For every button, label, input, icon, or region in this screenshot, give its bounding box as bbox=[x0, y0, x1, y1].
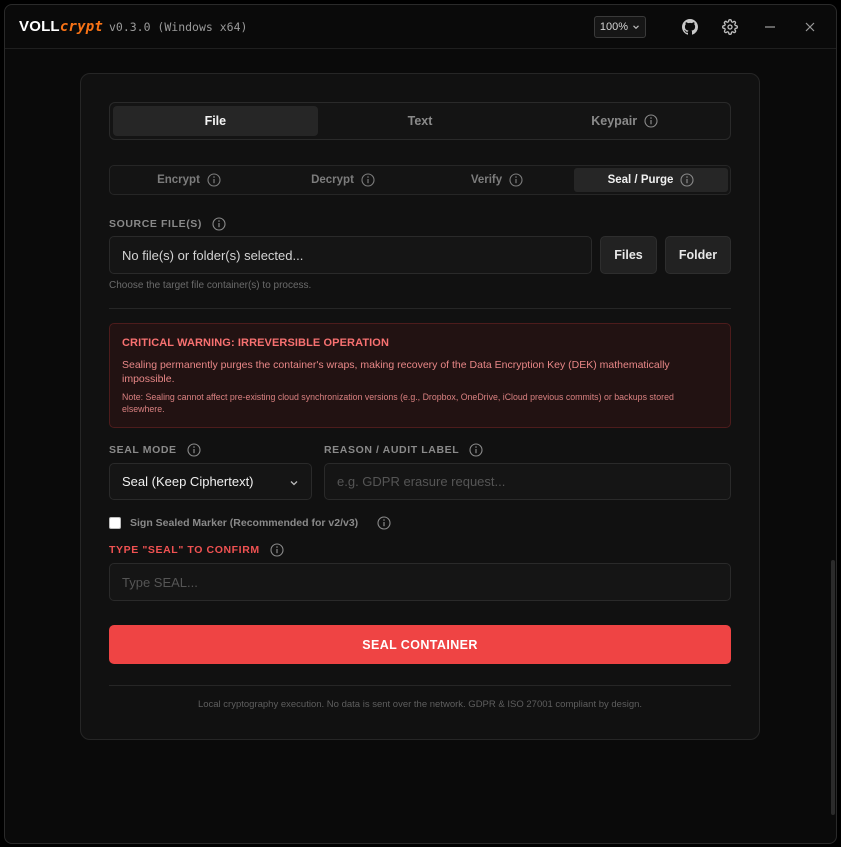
reason-label: REASON / AUDIT LABEL bbox=[324, 443, 483, 457]
scrollbar-thumb[interactable] bbox=[831, 560, 835, 815]
info-icon[interactable] bbox=[680, 173, 694, 187]
titlebar: VOLLcrypt v0.3.0 (Windows x64) 100% bbox=[5, 5, 836, 49]
info-icon[interactable] bbox=[207, 173, 221, 187]
close-icon[interactable] bbox=[798, 15, 822, 39]
info-icon[interactable] bbox=[644, 114, 658, 128]
subtab-verify[interactable]: Verify bbox=[420, 168, 574, 192]
warning-note: Note: Sealing cannot affect pre-existing… bbox=[122, 392, 674, 414]
source-files-label: SOURCE FILE(S) bbox=[109, 217, 226, 231]
seal-mode-label: SEAL MODE bbox=[109, 443, 201, 457]
github-icon[interactable] bbox=[678, 15, 702, 39]
info-icon[interactable] bbox=[187, 443, 201, 457]
info-icon[interactable] bbox=[469, 443, 483, 457]
subtab-encrypt[interactable]: Encrypt bbox=[112, 168, 266, 192]
main-card: File Text Keypair Encrypt Decrypt Verify bbox=[80, 73, 760, 740]
operation-tabs: Encrypt Decrypt Verify Seal / Purge bbox=[109, 165, 731, 195]
divider bbox=[109, 308, 731, 309]
folder-button[interactable]: Folder bbox=[665, 236, 731, 274]
source-path-field[interactable]: No file(s) or folder(s) selected... bbox=[109, 236, 592, 274]
info-icon[interactable] bbox=[509, 173, 523, 187]
gear-icon[interactable] bbox=[718, 15, 742, 39]
chevron-down-icon bbox=[290, 481, 298, 486]
critical-warning-box: CRITICAL WARNING: IRREVERSIBLE OPERATION… bbox=[109, 323, 731, 428]
warning-body: Sealing permanently purges the container… bbox=[122, 359, 670, 385]
files-button[interactable]: Files bbox=[600, 236, 657, 274]
minimize-icon[interactable] bbox=[758, 15, 782, 39]
sign-marker-checkbox[interactable] bbox=[109, 517, 121, 529]
subtab-decrypt[interactable]: Decrypt bbox=[266, 168, 420, 192]
info-icon[interactable] bbox=[270, 543, 284, 557]
footer-note: Local cryptography execution. No data is… bbox=[197, 699, 643, 710]
info-icon[interactable] bbox=[212, 217, 226, 231]
sign-marker-row: Sign Sealed Marker (Recommended for v2/v… bbox=[109, 516, 391, 530]
confirm-label: TYPE "SEAL" TO CONFIRM bbox=[109, 543, 284, 557]
subtab-seal-purge[interactable]: Seal / Purge bbox=[574, 168, 728, 192]
tab-file[interactable]: File bbox=[113, 106, 318, 136]
confirm-input[interactable]: Type SEAL... bbox=[109, 563, 731, 601]
divider bbox=[109, 685, 731, 686]
zoom-dropdown[interactable]: 100% bbox=[594, 16, 646, 38]
info-icon[interactable] bbox=[377, 516, 391, 530]
reason-input[interactable]: e.g. GDPR erasure request... bbox=[324, 463, 731, 500]
seal-mode-select[interactable]: Seal (Keep Ciphertext) bbox=[109, 463, 312, 500]
tab-keypair[interactable]: Keypair bbox=[522, 106, 727, 136]
app-window: VOLLcrypt v0.3.0 (Windows x64) 100% File… bbox=[4, 4, 837, 844]
info-icon[interactable] bbox=[361, 173, 375, 187]
chevron-down-icon bbox=[633, 25, 639, 30]
tab-text[interactable]: Text bbox=[318, 106, 523, 136]
source-hint: Choose the target file container(s) to p… bbox=[109, 280, 312, 291]
app-logo: VOLLcrypt bbox=[19, 18, 103, 35]
app-version: v0.3.0 (Windows x64) bbox=[108, 19, 248, 34]
mode-tabs: File Text Keypair bbox=[109, 102, 731, 140]
seal-container-button[interactable]: SEAL CONTAINER bbox=[109, 625, 731, 664]
warning-title: CRITICAL WARNING: IRREVERSIBLE OPERATION bbox=[122, 337, 389, 349]
